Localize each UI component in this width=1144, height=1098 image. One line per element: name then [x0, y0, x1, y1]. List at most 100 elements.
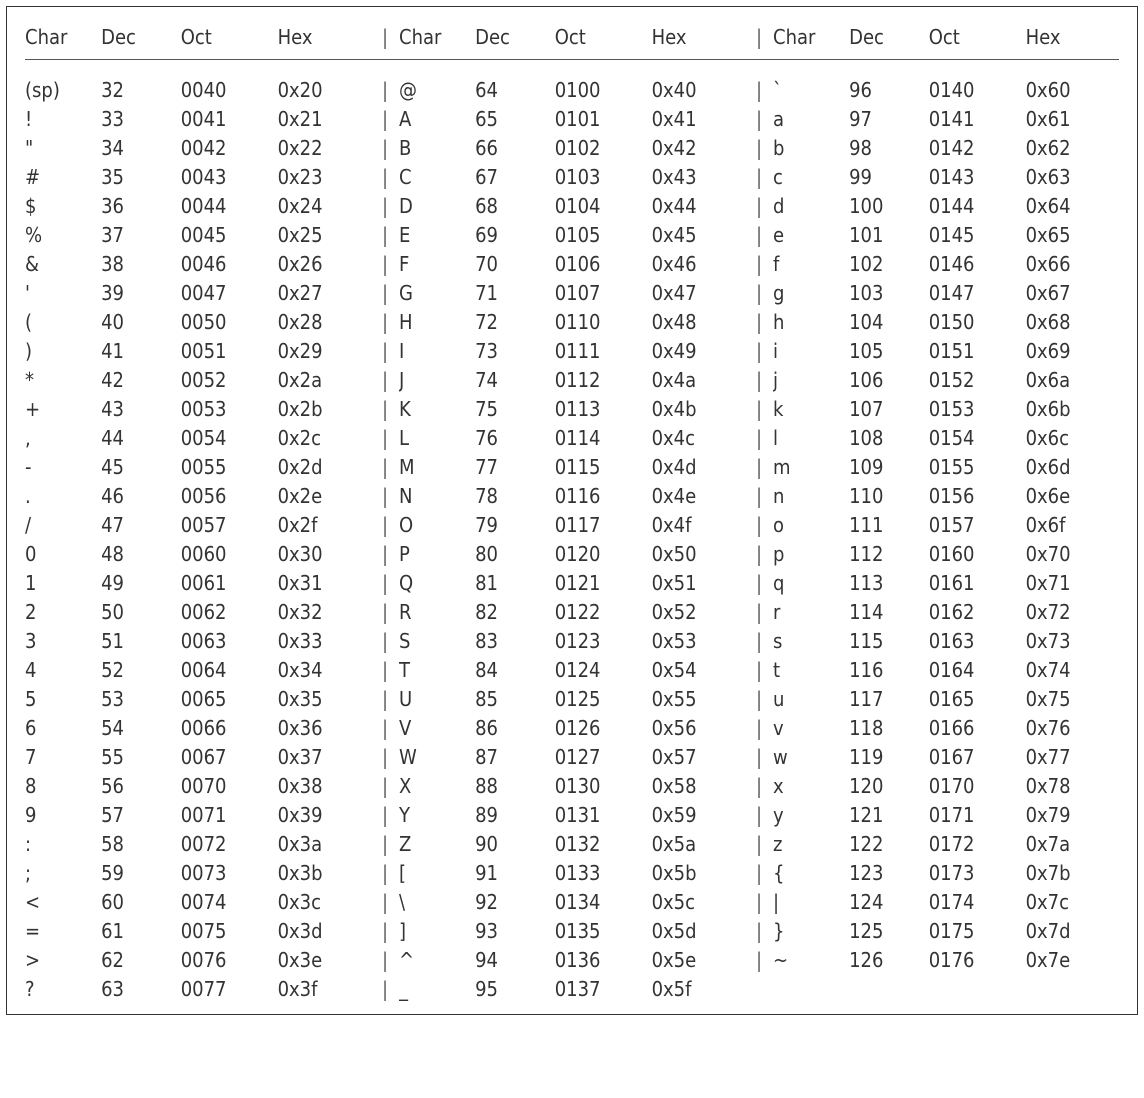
header-block-3: Char Dec Oct Hex: [773, 21, 1119, 53]
table-cell-block: i10501510x69: [773, 337, 1119, 366]
cell-hex: 0x65: [1026, 221, 1119, 250]
cell-oct: 0061: [181, 569, 278, 598]
header-block-1: Char Dec Oct Hex: [25, 21, 371, 53]
table-row: '3900470x27|G7101070x47|g10301470x67: [25, 279, 1119, 308]
cell-hex: 0x57: [652, 743, 745, 772]
cell-hex: 0x7b: [1026, 859, 1119, 888]
cell-hex: 0x3b: [278, 859, 371, 888]
cell-hex: 0x3f: [278, 975, 371, 1004]
cell-hex: 0x6c: [1026, 424, 1119, 453]
cell-char: ]: [399, 917, 475, 946]
cell-oct: 0065: [181, 685, 278, 714]
cell-dec: 58: [101, 830, 181, 859]
cell-oct: 0077: [181, 975, 278, 1004]
cell-hex: 0x64: [1026, 192, 1119, 221]
cell-oct: 0133: [555, 859, 652, 888]
cell-hex: 0x2f: [278, 511, 371, 540]
cell-char: o: [773, 511, 849, 540]
separator-icon: |: [371, 105, 399, 134]
table-cell-block: G7101070x47: [399, 279, 745, 308]
cell-hex: 0x50: [652, 540, 745, 569]
header-char: Char: [773, 21, 849, 53]
cell-char: G: [399, 279, 475, 308]
cell-char: i: [773, 337, 849, 366]
table-cell-block: -4500550x2d: [25, 453, 371, 482]
cell-hex: 0x49: [652, 337, 745, 366]
separator-icon: |: [745, 76, 773, 105]
table-cell-block: a9701410x61: [773, 105, 1119, 134]
cell-char: 3: [25, 627, 101, 656]
separator-icon: |: [745, 917, 773, 946]
cell-dec: 32: [101, 76, 181, 105]
cell-oct: 0057: [181, 511, 278, 540]
cell-char: ': [25, 279, 101, 308]
cell-hex: 0x7e: [1026, 946, 1119, 975]
table-row: !3300410x21|A6501010x41|a9701410x61: [25, 105, 1119, 134]
cell-char: !: [25, 105, 101, 134]
cell-char: 1: [25, 569, 101, 598]
table-cell-block: F7001060x46: [399, 250, 745, 279]
cell-oct: 0067: [181, 743, 278, 772]
table-cell-block: 25000620x32: [25, 598, 371, 627]
cell-char: \: [399, 888, 475, 917]
separator-icon: |: [745, 134, 773, 163]
table-cell-block: |12401740x7c: [773, 888, 1119, 917]
table-row: $3600440x24|D6801040x44|d10001440x64: [25, 192, 1119, 221]
cell-hex: 0x79: [1026, 801, 1119, 830]
cell-dec: 111: [849, 511, 929, 540]
cell-hex: 0x23: [278, 163, 371, 192]
table-cell-block: +4300530x2b: [25, 395, 371, 424]
table-cell-block: g10301470x67: [773, 279, 1119, 308]
cell-oct: 0110: [555, 308, 652, 337]
cell-oct: 0173: [929, 859, 1026, 888]
cell-char: I: [399, 337, 475, 366]
table-cell-block: '3900470x27: [25, 279, 371, 308]
cell-hex: 0x2a: [278, 366, 371, 395]
cell-oct: 0171: [929, 801, 1026, 830]
cell-hex: 0x34: [278, 656, 371, 685]
cell-oct: 0060: [181, 540, 278, 569]
cell-oct: 0072: [181, 830, 278, 859]
cell-oct: 0160: [929, 540, 1026, 569]
separator-icon: |: [745, 250, 773, 279]
separator-icon: |: [745, 946, 773, 975]
table-cell-block: 85600700x38: [25, 772, 371, 801]
cell-char: S: [399, 627, 475, 656]
cell-oct: 0044: [181, 192, 278, 221]
separator-icon: |: [745, 627, 773, 656]
cell-hex: 0x25: [278, 221, 371, 250]
table-cell-block: x12001700x78: [773, 772, 1119, 801]
cell-dec: 53: [101, 685, 181, 714]
separator-icon: |: [371, 134, 399, 163]
table-cell-block: P8001200x50: [399, 540, 745, 569]
header-block-2: Char Dec Oct Hex: [399, 21, 745, 53]
separator-icon: |: [371, 453, 399, 482]
table-cell-block: Q8101210x51: [399, 569, 745, 598]
table-cell-block: h10401500x68: [773, 308, 1119, 337]
cell-hex: 0x22: [278, 134, 371, 163]
table-body: (sp)3200400x20|@6401000x40|`9601400x60!3…: [25, 76, 1119, 1004]
separator-icon: |: [371, 395, 399, 424]
table-row: 14900610x31|Q8101210x51|q11301610x71: [25, 569, 1119, 598]
cell-hex: 0x41: [652, 105, 745, 134]
cell-hex: 0x3d: [278, 917, 371, 946]
separator-icon: |: [371, 598, 399, 627]
cell-hex: 0x7d: [1026, 917, 1119, 946]
cell-oct: 0113: [555, 395, 652, 424]
table-row: 75500670x37|W8701270x57|w11901670x77: [25, 743, 1119, 772]
cell-hex: 0x4f: [652, 511, 745, 540]
table-cell-block: Z9001320x5a: [399, 830, 745, 859]
table-row: .4600560x2e|N7801160x4e|n11001560x6e: [25, 482, 1119, 511]
cell-dec: 47: [101, 511, 181, 540]
cell-hex: 0x42: [652, 134, 745, 163]
table-row: /4700570x2f|O7901170x4f|o11101570x6f: [25, 511, 1119, 540]
cell-char: y: [773, 801, 849, 830]
cell-char: H: [399, 308, 475, 337]
separator-icon: |: [745, 279, 773, 308]
cell-dec: 124: [849, 888, 929, 917]
table-cell-block: @6401000x40: [399, 76, 745, 105]
table-cell-block: N7801160x4e: [399, 482, 745, 511]
table-cell-block: l10801540x6c: [773, 424, 1119, 453]
cell-oct: 0153: [929, 395, 1026, 424]
cell-hex: 0x27: [278, 279, 371, 308]
